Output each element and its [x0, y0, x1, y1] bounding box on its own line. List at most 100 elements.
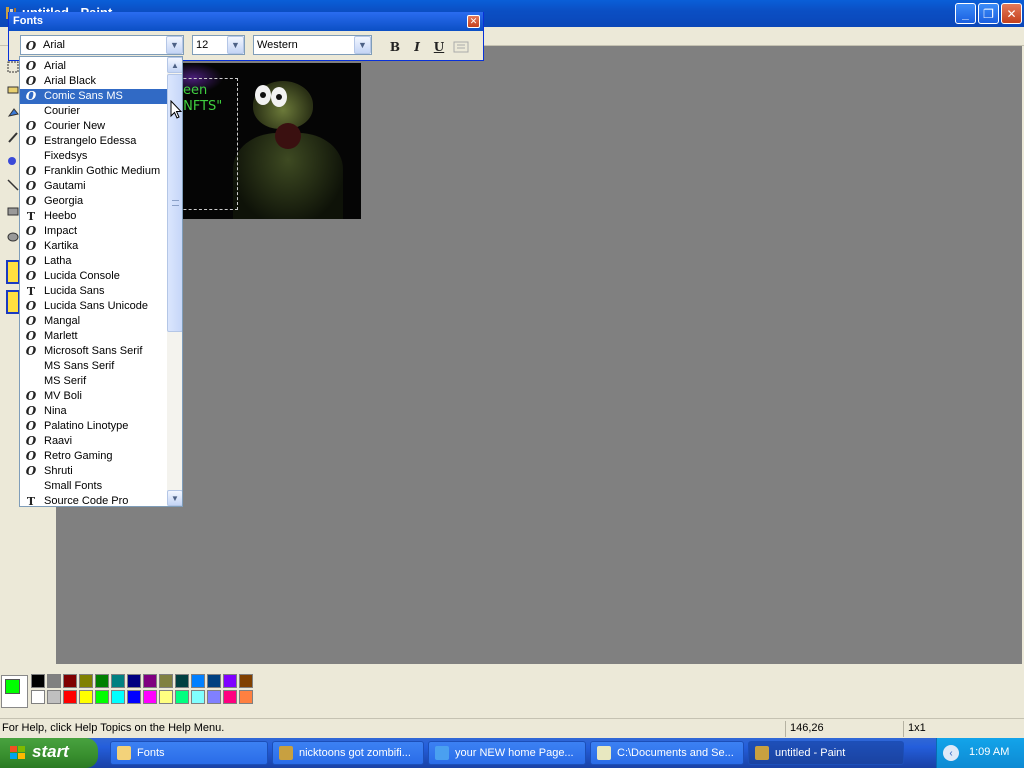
ellipse-tool-icon[interactable]: [6, 230, 20, 244]
taskbar-task[interactable]: C:\Documents and Se...: [590, 741, 744, 765]
pencil-tool-icon[interactable]: [6, 130, 20, 144]
color-swatch[interactable]: [207, 690, 221, 704]
ie-icon: [435, 746, 449, 760]
color-swatch[interactable]: [159, 690, 173, 704]
font-list-item[interactable]: O Kartika: [20, 239, 167, 254]
font-list-item[interactable]: O Retro Gaming: [20, 449, 167, 464]
vertical-text-icon[interactable]: [453, 41, 469, 53]
font-list-item[interactable]: O Microsoft Sans Serif: [20, 344, 167, 359]
taskbar-task-label: your NEW home Page...: [455, 747, 574, 759]
fill-tool-icon[interactable]: [6, 106, 20, 120]
restore-button[interactable]: ❐: [978, 3, 999, 24]
font-list-item[interactable]: O Marlett: [20, 329, 167, 344]
taskbar-task[interactable]: Fonts: [110, 741, 268, 765]
color-swatch[interactable]: [31, 690, 45, 704]
font-list-item[interactable]: MS Serif: [20, 374, 167, 389]
scroll-down-icon[interactable]: ▼: [167, 490, 182, 506]
font-list-item[interactable]: O Arial: [20, 59, 167, 74]
color-swatch[interactable]: [47, 674, 61, 688]
chevron-down-icon[interactable]: ▼: [166, 36, 183, 54]
font-list-item[interactable]: T Heebo: [20, 209, 167, 224]
taskbar-task[interactable]: your NEW home Page...: [428, 741, 586, 765]
color-swatch[interactable]: [239, 690, 253, 704]
font-list-item[interactable]: O Shruti: [20, 464, 167, 479]
taskbar: start Fonts nicktoons got zombifi... your …: [0, 738, 1024, 768]
transparent-option-icon[interactable]: [6, 260, 20, 284]
tray-arrow-icon[interactable]: ‹: [943, 745, 959, 761]
color-swatch[interactable]: [95, 674, 109, 688]
color-swatch[interactable]: [175, 674, 189, 688]
color-swatch[interactable]: [191, 690, 205, 704]
font-list-item[interactable]: MS Sans Serif: [20, 359, 167, 374]
font-list-item[interactable]: T Lucida Sans: [20, 284, 167, 299]
close-button[interactable]: ✕: [1001, 3, 1022, 24]
color-swatch[interactable]: [159, 674, 173, 688]
font-list-item-label: Nina: [44, 405, 67, 417]
font-list-item[interactable]: O MV Boli: [20, 389, 167, 404]
color-swatch[interactable]: [143, 690, 157, 704]
font-dropdown-list[interactable]: O Arial O Arial Black O Comic Sans MS Courier O…: [19, 56, 183, 507]
airbrush-tool-icon[interactable]: [6, 154, 20, 168]
italic-button[interactable]: I: [407, 38, 427, 56]
font-script-combo[interactable]: Western ▼: [253, 35, 372, 55]
font-list-item[interactable]: O Lucida Console: [20, 269, 167, 284]
color-swatch[interactable]: [207, 674, 221, 688]
color-swatch[interactable]: [79, 674, 93, 688]
font-list-item[interactable]: O Palatino Linotype: [20, 419, 167, 434]
font-list-item[interactable]: O Courier New: [20, 119, 167, 134]
font-list-item[interactable]: Courier: [20, 104, 167, 119]
color-swatch[interactable]: [47, 690, 61, 704]
start-button[interactable]: start: [0, 738, 98, 768]
font-list-item[interactable]: O Impact: [20, 224, 167, 239]
underline-button[interactable]: U: [429, 38, 449, 56]
font-list-item[interactable]: O Latha: [20, 254, 167, 269]
select-tool-icon[interactable]: [6, 60, 20, 74]
color-swatch[interactable]: [127, 674, 141, 688]
color-swatch[interactable]: [191, 674, 205, 688]
font-list-item[interactable]: Small Fonts: [20, 479, 167, 494]
chevron-down-icon[interactable]: ▼: [227, 36, 244, 54]
color-swatch[interactable]: [111, 674, 125, 688]
font-list-item[interactable]: O Gautami: [20, 179, 167, 194]
color-swatch[interactable]: [239, 674, 253, 688]
color-swatch[interactable]: [143, 674, 157, 688]
taskbar-task[interactable]: nicktoons got zombifi...: [272, 741, 424, 765]
font-list-item[interactable]: O Franklin Gothic Medium: [20, 164, 167, 179]
font-list-item[interactable]: O Raavi: [20, 434, 167, 449]
color-swatch[interactable]: [175, 690, 189, 704]
color-swatch[interactable]: [223, 674, 237, 688]
bold-button[interactable]: B: [385, 38, 405, 56]
font-list-item[interactable]: Fixedsys: [20, 149, 167, 164]
line-tool-icon[interactable]: [6, 178, 20, 192]
color-swatch[interactable]: [223, 690, 237, 704]
chevron-down-icon[interactable]: ▼: [354, 36, 371, 54]
font-list-item[interactable]: O Comic Sans MS: [20, 89, 167, 104]
font-list-item[interactable]: O Arial Black: [20, 74, 167, 89]
eraser-tool-icon[interactable]: [6, 82, 20, 96]
font-size-combo[interactable]: 12 ▼: [192, 35, 245, 55]
font-list-item[interactable]: O Mangal: [20, 314, 167, 329]
color-swatch[interactable]: [111, 690, 125, 704]
canvas-image[interactable]: een " NFTS": [163, 63, 361, 219]
font-list-scrollbar[interactable]: ▲ ▼: [167, 57, 182, 506]
color-swatch[interactable]: [63, 674, 77, 688]
font-list-item[interactable]: O Estrangelo Edessa: [20, 134, 167, 149]
taskbar-task[interactable]: untitled - Paint: [748, 741, 904, 765]
opaque-option-icon[interactable]: [6, 290, 20, 314]
color-swatch[interactable]: [95, 690, 109, 704]
rectangle-tool-icon[interactable]: [6, 204, 20, 218]
scroll-up-icon[interactable]: ▲: [167, 57, 182, 73]
font-list-item[interactable]: O Lucida Sans Unicode: [20, 299, 167, 314]
fonts-close-button[interactable]: ✕: [467, 15, 480, 28]
fonts-titlebar[interactable]: Fonts ✕: [9, 12, 483, 31]
color-swatch[interactable]: [79, 690, 93, 704]
font-list-item[interactable]: T Source Code Pro: [20, 494, 167, 506]
color-swatch[interactable]: [63, 690, 77, 704]
color-swatch[interactable]: [127, 690, 141, 704]
color-swatch[interactable]: [31, 674, 45, 688]
current-colors[interactable]: [1, 675, 28, 708]
font-list-item[interactable]: O Nina: [20, 404, 167, 419]
minimize-button[interactable]: _: [955, 3, 976, 24]
font-name-combo[interactable]: O Arial ▼: [20, 35, 184, 55]
font-list-item[interactable]: O Georgia: [20, 194, 167, 209]
